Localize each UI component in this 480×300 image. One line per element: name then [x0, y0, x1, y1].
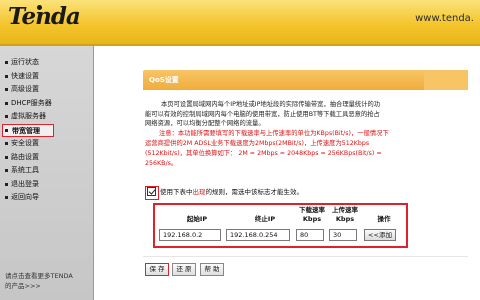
bullet-icon: [5, 61, 8, 64]
sidebar-item-label: 带宽管理: [12, 126, 40, 135]
col-header-start-ip: 起始IP: [186, 215, 208, 223]
col-header-action: 操作: [377, 215, 391, 223]
col-header-upload-line2: Kbps: [335, 215, 355, 223]
sidebar-item-bandwidth[interactable]: 带宽管理: [2, 123, 54, 137]
col-header-download-line2: Kbps: [302, 215, 322, 223]
description-line: 网络资源，可以均衡分配整个网络的流量。: [145, 120, 265, 128]
panel-title: QoS设置: [149, 76, 179, 84]
bullet-icon: [5, 74, 8, 78]
col-header-download-line1: 下载速率: [299, 206, 325, 214]
col-header-upload: 上传速率 Kbps: [329, 206, 361, 224]
sidebar-item-virtual-server[interactable]: 虚拟服务器: [2, 110, 92, 124]
qos-rule-table: 起始IP 终止IP 下载速率 Kbps 上传速率 Kbps 操作 192.168…: [153, 203, 408, 248]
header-url: www.tenda.: [415, 13, 474, 24]
sidebar: 运行状态 快速设置 高级设置 DHCP服务器 虚拟服务器 带宽管理 安全设置 路…: [0, 46, 94, 300]
bullet-icon: [5, 155, 8, 159]
bullet-icon: [5, 142, 8, 145]
description-line: 能可以有效的控制局域网内每个电脑的使用带宽，防止使用BT等下载工具恶意的抢占: [145, 110, 380, 118]
panel-header-side: [424, 70, 468, 90]
start-ip-input[interactable]: 192.168.0.2: [159, 229, 221, 241]
enable-rules-label: 使用下表中出现的规则，需选中该标志才能生效。: [160, 186, 303, 196]
sidebar-item-label: DHCP服务器: [11, 98, 52, 107]
tenda-logo: Tenda: [8, 3, 94, 31]
sidebar-item-logout[interactable]: 退出登录: [2, 178, 92, 192]
more-products-link[interactable]: 请点击查看更多TENDA 的产品>>>: [5, 271, 91, 291]
unit-note: 注意：本功能所需要填写的下载速率与上传速率的单位为KBps(Bit/s)，一般情…: [145, 129, 445, 169]
add-rule-button[interactable]: <<添加: [364, 229, 396, 241]
header-bar: Tenda www.tenda.: [0, 0, 480, 44]
col-header-download: 下载速率 Kbps: [297, 206, 327, 224]
sidebar-item-label: 系统工具: [11, 166, 39, 174]
bullet-icon: [5, 101, 8, 105]
sidebar-item-quick-setup[interactable]: 快速设置: [2, 70, 92, 84]
unit-note-line: 运营商提供的2M ADSL业务下载速度为2Mbps(2MBit/s)，上传速度为…: [145, 140, 370, 147]
unit-note-line: 注意：本功能所需要填写的下载速率与上传速率的单位为KBps(Bit/s)，一般情…: [159, 130, 389, 137]
bullet-icon: [5, 88, 8, 91]
logo-text: Tenda: [8, 3, 81, 30]
sidebar-item-advanced[interactable]: 高级设置: [2, 83, 92, 97]
enable-rules-label-pre: 使用下表中: [160, 188, 193, 196]
bullet-icon: [5, 182, 8, 186]
col-header-upload-line1: 上传速率: [332, 206, 358, 214]
action-bar: 保 存 还 原 帮 助: [143, 258, 468, 300]
help-button[interactable]: 帮 助: [200, 263, 224, 276]
restore-button[interactable]: 还 原: [172, 263, 196, 276]
bullet-icon: [5, 115, 8, 118]
sidebar-item-routing[interactable]: 路由设置: [2, 151, 92, 165]
bullet-icon: [5, 196, 8, 199]
upload-rate-input[interactable]: 30: [329, 229, 357, 241]
end-ip-input[interactable]: 192.168.0.254: [226, 229, 290, 241]
sidebar-item-label: 快速设置: [11, 71, 39, 80]
enable-rules-label-highlight: 出现: [192, 188, 206, 196]
sidebar-item-label: 虚拟服务器: [11, 112, 46, 120]
bullet-icon: [5, 169, 8, 172]
checkbox-highlight: [145, 185, 159, 200]
enable-rules-row: 使用下表中出现的规则，需选中该标志才能生效。: [145, 185, 303, 200]
sidebar-item-security[interactable]: 安全设置: [2, 137, 92, 151]
panel-header: QoS设置: [143, 70, 424, 90]
unit-note-line: (512Kbit/s)，其单位换算如下： 2M = 2Mbps = 2048Kb…: [145, 150, 382, 157]
sidebar-item-label: 路由设置: [11, 152, 39, 161]
sidebar-menu: 运行状态 快速设置 高级设置 DHCP服务器 虚拟服务器 带宽管理 安全设置 路…: [2, 56, 92, 205]
sidebar-item-status[interactable]: 运行状态: [2, 56, 92, 70]
content-divider: [143, 256, 468, 257]
col-header-end-ip: 终止IP: [254, 215, 276, 223]
sidebar-item-dhcp[interactable]: DHCP服务器: [2, 97, 92, 111]
sidebar-item-label: 高级设置: [11, 85, 39, 93]
sidebar-item-system-tools[interactable]: 系统工具: [2, 164, 92, 178]
more-products-line2: 的产品>>>: [5, 282, 41, 290]
logo-dot-icon: [37, 5, 42, 10]
download-rate-input[interactable]: 80: [296, 229, 324, 241]
description: 本页可设置局域网内每个IP地址或IP地址段的实际传输带宽，抽合理量统计的功 能可…: [145, 100, 445, 129]
sidebar-item-label: 退出登录: [11, 179, 39, 188]
main-content: QoS设置 本页可设置局域网内每个IP地址或IP地址段的实际传输带宽，抽合理量统…: [95, 46, 480, 300]
bullet-icon: [5, 128, 8, 132]
enable-rules-label-post: 的规则，需选中该标志才能生效。: [205, 188, 304, 196]
enable-rules-checkbox[interactable]: [145, 185, 159, 200]
sidebar-item-label: 返回向导: [11, 193, 39, 201]
more-products-line1: 请点击查看更多TENDA: [5, 272, 73, 280]
description-line: 本页可设置局域网内每个IP地址或IP地址段的实际传输带宽，抽合理量统计的功: [161, 101, 381, 108]
sidebar-item-label: 安全设置: [11, 139, 39, 147]
unit-note-line: 256KB/s。: [145, 160, 178, 167]
save-button[interactable]: 保 存: [145, 263, 169, 276]
sidebar-item-wizard[interactable]: 返回向导: [2, 191, 92, 205]
sidebar-item-label: 运行状态: [11, 58, 39, 66]
